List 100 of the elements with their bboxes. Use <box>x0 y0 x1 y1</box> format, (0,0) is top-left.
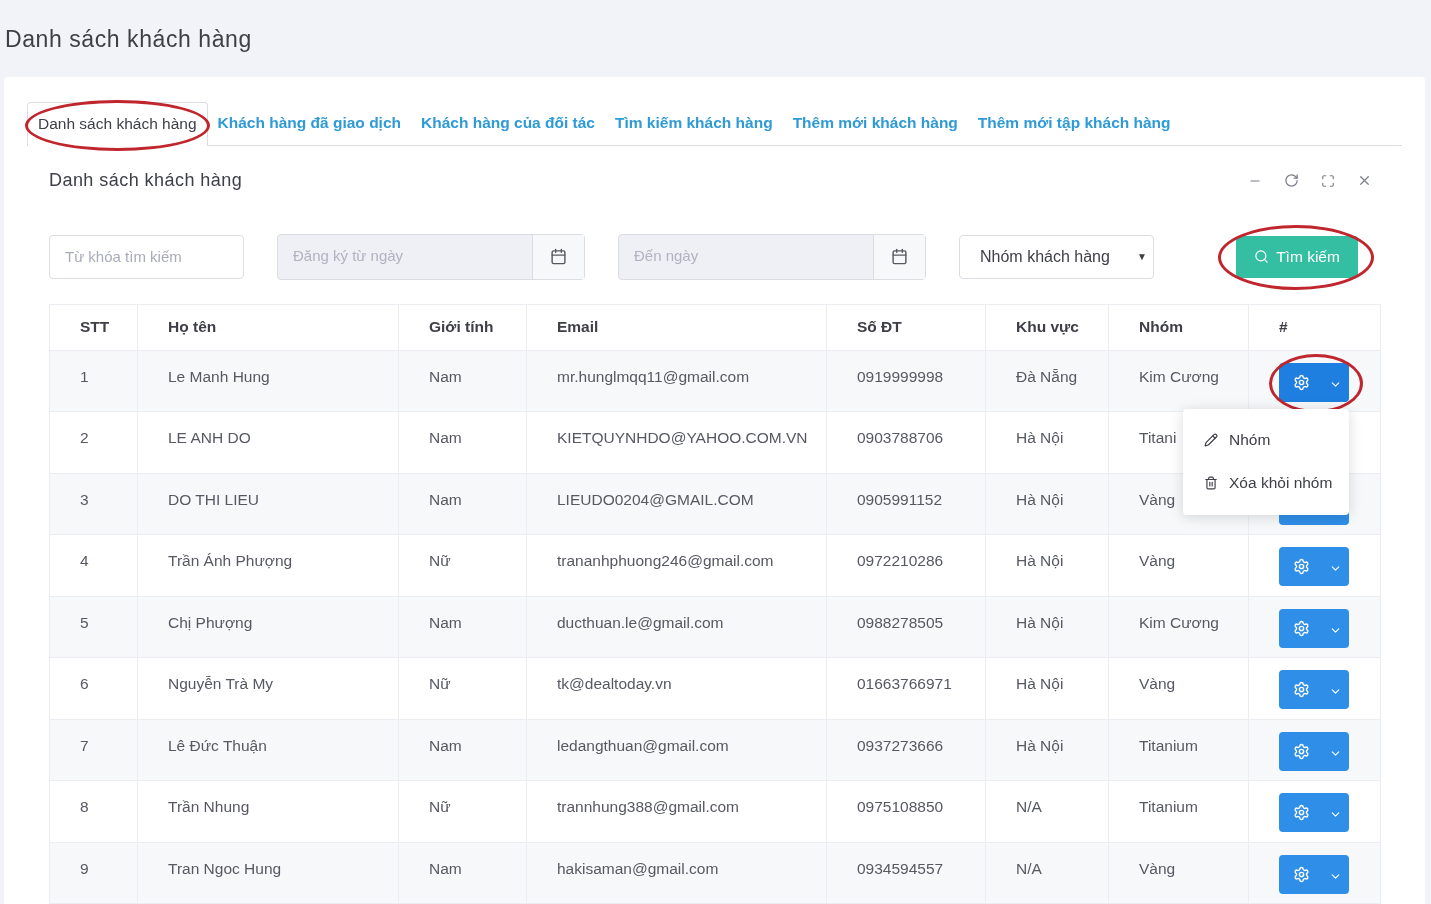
table-cell: Lê Đức Thuận <box>168 736 267 754</box>
date-to-field[interactable]: Đến ngày <box>619 234 873 279</box>
column-header: STT <box>80 318 110 336</box>
close-icon[interactable] <box>1357 173 1372 188</box>
reload-icon[interactable] <box>1284 173 1299 188</box>
table-cell: Titanium <box>1139 736 1198 754</box>
keyword-field[interactable]: Từ khóa tìm kiếm <box>49 234 244 279</box>
search-button[interactable]: Tìm kiếm <box>1236 235 1358 278</box>
table-cell: N/A <box>1016 859 1042 877</box>
table-cell: tk@dealtoday.vn <box>557 675 672 692</box>
action-button[interactable] <box>1279 793 1349 832</box>
table-cell: Titanium <box>1139 798 1198 815</box>
trash-icon <box>1204 476 1218 490</box>
table-cell: N/A <box>1016 798 1042 815</box>
table-cell: 0905991152 <box>857 490 943 508</box>
gear-icon <box>1293 373 1310 391</box>
calendar-icon[interactable] <box>550 248 567 265</box>
table-cell: 5 <box>80 613 89 631</box>
column-header: Email <box>557 318 599 336</box>
fullscreen-icon[interactable] <box>1321 173 1335 188</box>
table-cell: Nam <box>429 859 462 877</box>
table-cell: Nguyễn Trà My <box>168 675 274 692</box>
date-picker[interactable]: Đến ngày <box>618 233 926 280</box>
table-cell: Nam <box>429 736 462 754</box>
page-title: Danh sách khách hàng <box>4 25 253 54</box>
menu-item[interactable]: Xóa khỏi nhóm <box>1183 461 1349 505</box>
menu-item[interactable]: Nhóm <box>1183 418 1349 462</box>
table-cell: Vàng <box>1139 552 1176 569</box>
table-cell: Tran Ngoc Hung <box>168 859 282 877</box>
table-cell: 0934594557 <box>857 859 944 877</box>
table-cell: Hà Nội <box>1016 675 1064 692</box>
table-cell: 0919999998 <box>857 367 944 385</box>
table-cell: Chị Phượng <box>168 613 253 631</box>
action-button[interactable] <box>1279 854 1349 894</box>
table-cell: 4 <box>80 552 89 569</box>
table-cell: 0988278505 <box>857 613 944 631</box>
column-header: # <box>1279 318 1288 336</box>
table-cell: 6 <box>80 675 89 692</box>
table-cell: 0972210286 <box>857 552 944 569</box>
table-cell: Nam <box>429 429 462 446</box>
action-button[interactable] <box>1279 547 1349 586</box>
gear-icon <box>1293 804 1310 821</box>
gear-icon <box>1293 558 1310 575</box>
column-header: Nhóm <box>1139 318 1183 336</box>
table-cell: 0903788706 <box>857 429 944 446</box>
table-cell: 1 <box>80 367 89 385</box>
pencil-icon <box>1204 433 1218 447</box>
table-cell: Hà Nội <box>1016 429 1064 446</box>
date-picker[interactable]: Đăng ký từ ngày <box>277 233 585 280</box>
tab[interactable]: Danh sách khách hàng <box>27 101 208 146</box>
action-button[interactable] <box>1279 731 1349 771</box>
table-cell: Nữ <box>429 552 451 569</box>
table-cell: Nam <box>429 490 462 508</box>
search-icon <box>1254 249 1270 264</box>
gear-icon <box>1293 865 1310 883</box>
tab[interactable]: Tìm kiếm khách hàng <box>605 100 783 145</box>
table-cell: trananhphuong246@gmail.com <box>557 552 774 569</box>
table-cell: LE ANH DO <box>168 429 251 446</box>
column-header: Họ tên <box>168 318 217 336</box>
table-cell: 0937273666 <box>857 736 944 754</box>
table-cell: 3 <box>80 490 89 508</box>
table-cell: 01663766971 <box>857 675 952 692</box>
table-cell: Kim Cương <box>1139 613 1219 631</box>
table-cell: Nữ <box>429 798 451 815</box>
action-button[interactable] <box>1279 608 1349 648</box>
table-cell: 8 <box>80 798 89 815</box>
table-cell: Hà Nội <box>1016 552 1064 569</box>
table-cell: 7 <box>80 736 89 754</box>
action-button[interactable] <box>1279 670 1349 709</box>
tab[interactable]: Khách hàng đã giao dịch <box>207 100 411 145</box>
table-cell: Đà Nẵng <box>1016 367 1078 385</box>
date-from-field[interactable]: Đăng ký từ ngày <box>278 234 532 279</box>
action-button[interactable] <box>1279 362 1349 402</box>
table-cell: trannhung388@gmail.com <box>557 798 740 815</box>
table-cell: Hà Nội <box>1016 736 1064 754</box>
table-cell: Titani <box>1139 429 1177 446</box>
table-cell: Vàng <box>1139 859 1176 877</box>
table-cell: 0975108850 <box>857 798 944 815</box>
calendar-icon[interactable] <box>891 248 908 265</box>
tab[interactable]: Thêm mới tập khách hàng <box>967 100 1181 145</box>
table-cell: Trần Nhung <box>168 798 250 815</box>
panel-title: Danh sách khách hàng <box>49 169 243 192</box>
table-cell: mr.hunglmqq11@gmail.com <box>557 367 750 385</box>
table-cell: Nam <box>429 613 462 631</box>
column-header: Số ĐT <box>857 318 902 336</box>
table-cell: DO THI LIEU <box>168 490 259 508</box>
gear-icon <box>1293 619 1310 637</box>
table-cell: Nam <box>429 367 462 385</box>
table-cell: KIETQUYNHDO@YAHOO.COM.VN <box>557 429 808 446</box>
gear-icon <box>1293 681 1310 698</box>
table-cell: 2 <box>80 429 89 446</box>
group-select[interactable]: Nhóm khách hàng ▼ <box>959 234 1154 279</box>
table-cell: Nữ <box>429 675 451 692</box>
table-cell: ducthuan.le@gmail.com <box>557 613 724 631</box>
tab[interactable]: Khách hàng của đối tác <box>411 100 605 145</box>
table-cell: hakisaman@gmail.com <box>557 859 719 877</box>
table-cell: Hà Nội <box>1016 613 1064 631</box>
table-cell: 9 <box>80 859 89 877</box>
table-cell: Le Manh Hung <box>168 367 270 385</box>
tab[interactable]: Thêm mới khách hàng <box>782 100 968 145</box>
